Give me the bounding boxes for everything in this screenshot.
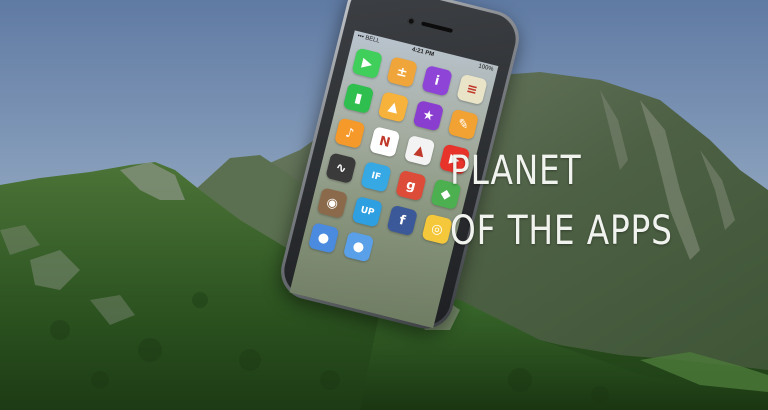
drive-icon[interactable]: ▲ [403, 134, 436, 167]
up-icon[interactable]: UP [351, 196, 384, 228]
headline-line-2: OF THE APPS [450, 208, 673, 254]
garageband-icon[interactable]: ♪ [334, 117, 366, 149]
itunesu-icon[interactable]: ▲ [377, 91, 410, 123]
pages-icon[interactable]: ✎ [447, 108, 480, 141]
notes-icon[interactable]: ≡ [456, 73, 488, 106]
info-icon[interactable]: i [421, 65, 453, 97]
earpiece-speaker [421, 21, 454, 33]
dock-app-2-icon[interactable]: ● [342, 230, 375, 263]
google-plus-icon[interactable]: g [395, 169, 427, 202]
headline: PLANET OF THE APPS [450, 148, 722, 254]
stocks-icon[interactable]: ∿ [325, 152, 357, 184]
dock-app-1-icon[interactable]: ● [307, 222, 340, 254]
headline-line-1: PLANET [450, 148, 582, 194]
facetime-icon[interactable]: ▶ [351, 47, 383, 80]
netflix-icon[interactable]: N [368, 126, 401, 158]
carrier-label: ••• BELL [356, 33, 381, 45]
facebook-icon[interactable]: f [386, 204, 418, 237]
battery-label: 100% [477, 63, 495, 73]
iftt-icon[interactable]: IF [360, 161, 392, 193]
star-icon[interactable]: ★ [412, 99, 445, 132]
numbers-icon[interactable]: ▮ [342, 82, 375, 115]
instagram-icon[interactable]: ◉ [316, 187, 349, 219]
clock-label: 4:21 PM [411, 46, 435, 59]
chrome-icon[interactable]: ◎ [421, 213, 453, 245]
front-camera-icon [406, 16, 416, 26]
calculator-icon[interactable]: ± [386, 56, 418, 88]
